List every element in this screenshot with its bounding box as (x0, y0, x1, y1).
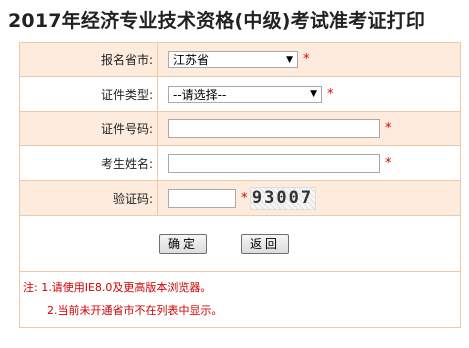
captcha-input[interactable] (168, 188, 236, 208)
cert-no-input[interactable] (168, 119, 380, 138)
admission-form: 报名省市: 江苏省 ▼ * 证件类型: --请选择-- ▼ * 证件号码: * … (19, 42, 461, 328)
province-label: 报名省市: (19, 42, 158, 77)
name-label: 考生姓名: (19, 145, 158, 181)
notes-row: 注: 1.请使用IE8.0及更高版本浏览器。 2.当前未开通省市不在列表中显示。 (19, 271, 461, 328)
cert-no-row: 证件号码: * (19, 111, 461, 146)
name-row: 考生姓名: * (19, 145, 461, 181)
cert-no-label: 证件号码: (19, 111, 158, 146)
required-mark: * (327, 86, 334, 102)
note-line-2: 2.当前未开通省市不在列表中显示。 (47, 304, 223, 317)
chevron-down-icon: ▼ (286, 54, 293, 65)
required-mark: * (385, 121, 392, 136)
name-input[interactable] (168, 153, 380, 173)
province-row: 报名省市: 江苏省 ▼ * (19, 42, 461, 77)
required-mark: * (303, 52, 310, 67)
confirm-button[interactable]: 确定 (159, 234, 208, 254)
province-select-value: 江苏省 (173, 53, 210, 67)
back-button[interactable]: 返回 (241, 234, 290, 254)
cert-type-select-value: --请选择-- (173, 87, 227, 102)
required-mark: * (241, 190, 248, 206)
page-title: 2017年经济专业技术资格(中级)考试准考证打印 (8, 10, 426, 32)
captcha-label: 验证码: (19, 180, 158, 216)
required-mark: * (385, 155, 392, 171)
cert-type-label: 证件类型: (19, 76, 158, 112)
chevron-down-icon: ▼ (310, 89, 317, 99)
cert-type-row: 证件类型: --请选择-- ▼ * (19, 76, 461, 112)
captcha-row: 验证码: * 93007 (19, 180, 461, 216)
cert-type-select[interactable]: --请选择-- ▼ (168, 85, 322, 103)
note-line-1: 注: 1.请使用IE8.0及更高版本浏览器。 (23, 281, 212, 294)
province-select[interactable]: 江苏省 ▼ (168, 51, 298, 68)
captcha-image[interactable]: 93007 (249, 186, 316, 210)
button-row: 确定 返回 (19, 215, 461, 272)
